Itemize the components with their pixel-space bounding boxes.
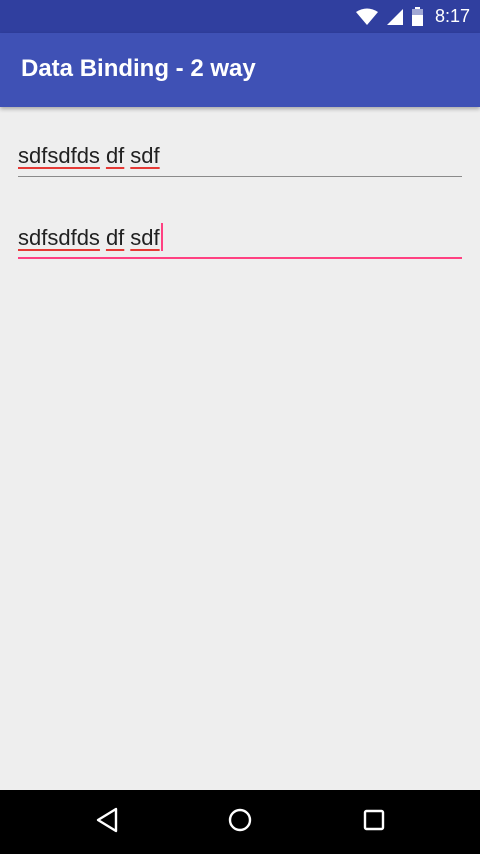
app-title: Data Binding - 2 way (21, 55, 256, 82)
app-bar: Data Binding - 2 way (0, 33, 480, 107)
status-icons: 8:17 (355, 0, 470, 33)
misspelled-word[interactable]: sdfsdfds (18, 143, 100, 169)
misspelled-word[interactable]: df (106, 143, 124, 169)
back-button[interactable] (91, 806, 123, 838)
field-2-underline-focused (18, 257, 462, 259)
recents-icon (362, 808, 386, 837)
text-cursor (160, 223, 163, 251)
field-1-underline (18, 176, 462, 177)
wifi-icon (355, 8, 378, 26)
field-1-text: sdfsdfds df sdf (18, 143, 160, 169)
home-icon (227, 807, 253, 838)
status-bar: 8:17 (0, 0, 480, 33)
back-icon (95, 807, 119, 838)
cellular-signal-icon (386, 8, 404, 26)
misspelled-word[interactable]: sdfsdfds (18, 225, 100, 251)
battery-icon (411, 7, 423, 26)
misspelled-word[interactable]: sdf (130, 225, 159, 251)
edit-text-field-2[interactable]: sdfsdfds df sdf (18, 215, 462, 259)
navigation-bar (0, 790, 480, 854)
field-2-text: sdfsdfds df sdf (18, 223, 163, 251)
app-screen: 8:17 Data Binding - 2 way sdfsdfds df sdf … (0, 0, 480, 854)
content-area: sdfsdfds df sdf sdfsdfds df sdf (0, 107, 480, 790)
recents-button[interactable] (358, 806, 390, 838)
edit-text-field-1[interactable]: sdfsdfds df sdf (18, 133, 462, 177)
misspelled-word[interactable]: sdf (130, 143, 159, 169)
home-button[interactable] (224, 806, 256, 838)
misspelled-word[interactable]: df (106, 225, 124, 251)
status-time: 8:17 (434, 6, 470, 26)
